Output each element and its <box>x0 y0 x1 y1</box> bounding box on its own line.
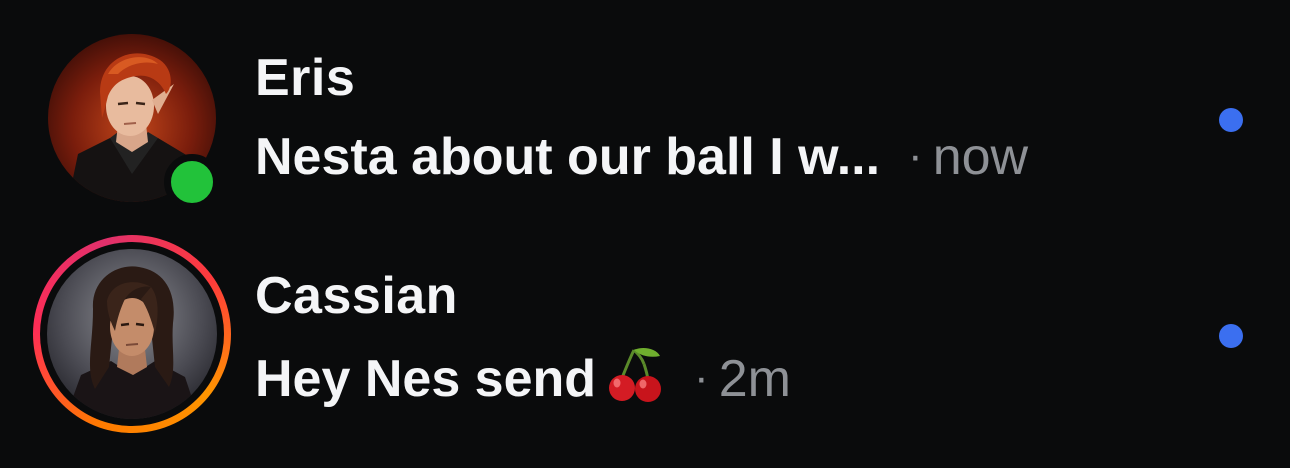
avatar-container[interactable] <box>30 226 240 436</box>
avatar[interactable] <box>47 249 217 419</box>
cherry-icon <box>604 344 666 406</box>
message-preview: Hey Nes send <box>255 350 597 408</box>
avatar-container[interactable] <box>30 8 240 218</box>
thread-preview-line: Nesta about our ball I w... · now <box>255 126 1028 191</box>
unread-indicator <box>1219 108 1243 132</box>
thread-name: Cassian <box>255 267 458 325</box>
unread-indicator <box>1219 324 1243 348</box>
thread-preview-line: Hey Nes send · 2m <box>255 344 791 413</box>
message-thread-list: Eris Nesta about our ball I w... · now C… <box>0 0 1290 468</box>
avatar-image <box>47 249 217 419</box>
separator-dot: · <box>694 353 709 402</box>
online-status-indicator <box>164 154 220 210</box>
timestamp: 2m <box>718 350 791 408</box>
thread-name: Eris <box>255 49 356 107</box>
thread-row-eris[interactable]: Eris Nesta about our ball I w... · now <box>0 8 1290 228</box>
timestamp: now <box>932 128 1029 186</box>
thread-row-cassian[interactable]: Cassian Hey Nes send · 2m <box>0 226 1290 446</box>
message-preview: Nesta about our ball I w... <box>255 128 881 186</box>
separator-dot: · <box>908 131 923 180</box>
